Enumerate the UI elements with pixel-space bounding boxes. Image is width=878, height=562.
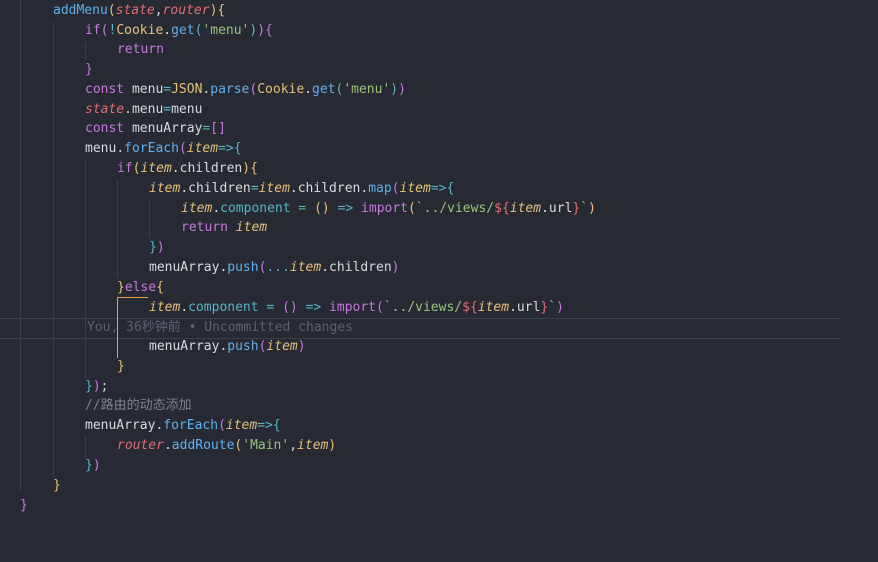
code-editor[interactable]: addMenu(state,router){ if(!Cookie.get('m… <box>0 0 878 562</box>
indent-guide <box>20 0 21 492</box>
code-line: item.component = () => import(`../views/… <box>181 201 596 216</box>
code-line: } <box>117 359 125 374</box>
code-comment: //路由的动态添加 <box>85 398 192 413</box>
code-line: addMenu(state,router){ <box>53 3 226 18</box>
indent-guide <box>85 42 86 60</box>
code-line: menuArray.push(item) <box>149 339 306 354</box>
code-line: state.menu=menu <box>85 102 203 117</box>
code-line: item.children=item.children.map(item=>{ <box>149 181 455 196</box>
bracket-match-highlight <box>117 297 148 357</box>
code-line: }) <box>85 458 101 473</box>
code-line: if(!Cookie.get('menu')){ <box>85 23 273 38</box>
code-line: } <box>85 62 93 77</box>
code-line: return <box>117 42 164 57</box>
code-line: menuArray.forEach(item=>{ <box>85 418 281 433</box>
indent-guide <box>85 160 86 378</box>
indent-guide <box>53 22 54 478</box>
code-line: const menu=JSON.parse(Cookie.get('menu')… <box>85 82 406 97</box>
code-line: menuArray.push(...item.children) <box>149 260 400 275</box>
code-line: }) <box>149 240 165 255</box>
code-line: }); <box>85 379 109 394</box>
code-line: const menuArray=[] <box>85 121 226 136</box>
bracket-match-highlight-left <box>117 297 118 358</box>
indent-guide <box>149 200 150 238</box>
code-line: if(item.children){ <box>117 161 258 176</box>
indent-guide <box>85 436 86 458</box>
code-line: menu.forEach(item=>{ <box>85 141 242 156</box>
code-line: router.addRoute('Main',item) <box>117 438 337 453</box>
indent-guide <box>117 180 118 278</box>
code-line: return item <box>181 220 268 235</box>
code-line: } <box>20 498 28 513</box>
code-line: item.component = () => import(`../views/… <box>149 300 564 315</box>
code-line: }else{ <box>117 280 164 295</box>
token-function: addMenu <box>53 3 108 18</box>
code-line: } <box>53 478 61 493</box>
